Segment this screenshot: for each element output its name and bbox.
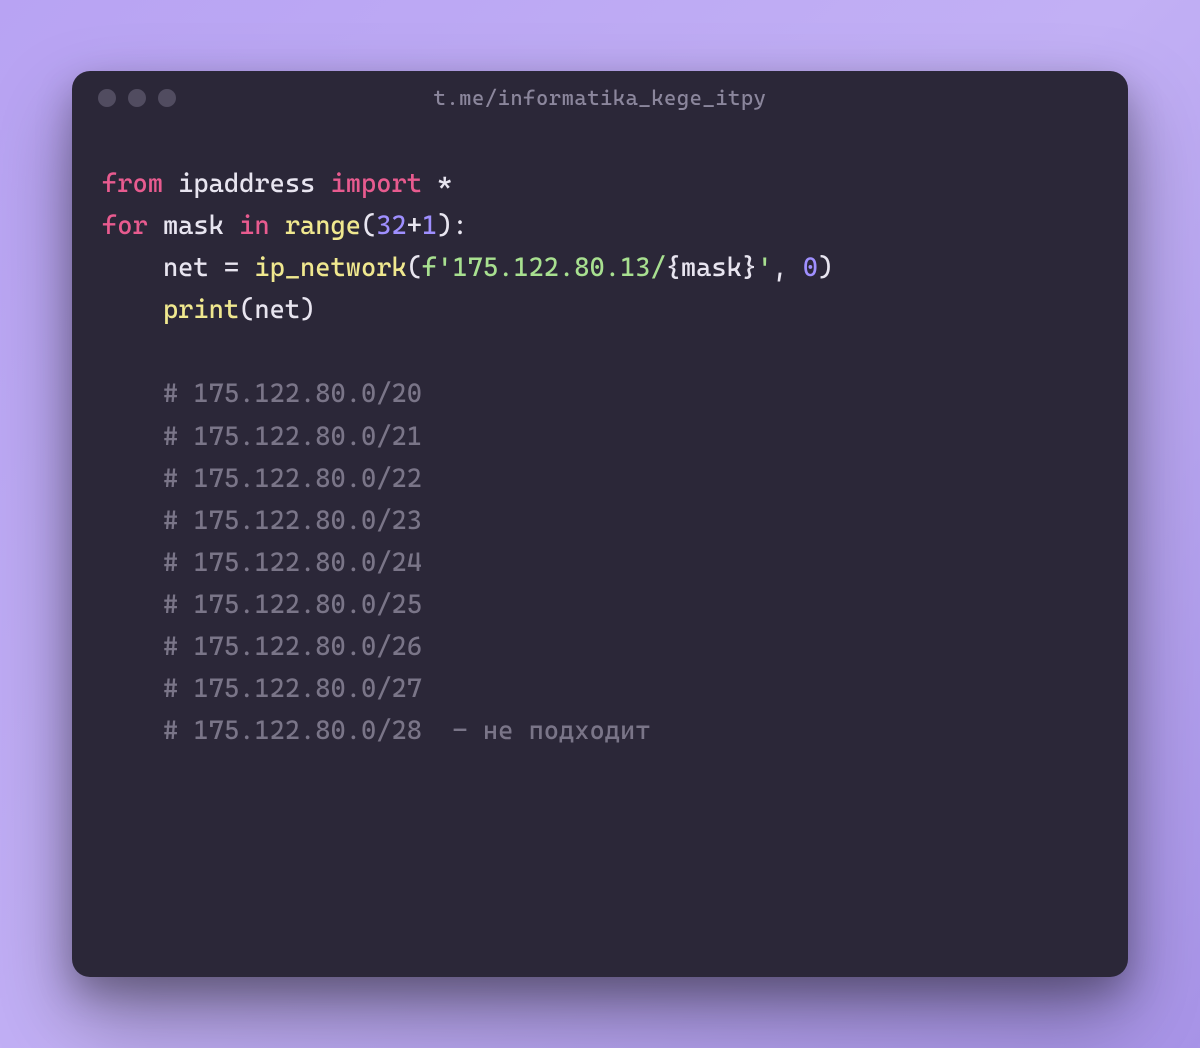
blank-line (102, 331, 1098, 373)
minimize-button[interactable] (128, 89, 146, 107)
module-name: ipaddress (178, 169, 315, 199)
comma: , (772, 253, 787, 283)
keyword-import: import (331, 169, 422, 199)
equals: = (224, 253, 239, 283)
function-ipnetwork: ip_network (254, 253, 406, 283)
comment-line-2: # 175.122.80.0/21 (102, 416, 1098, 458)
paren-open: ( (407, 253, 422, 283)
paren-open: ( (239, 295, 254, 325)
paren-close: ) (437, 211, 452, 241)
variable-mask: mask (163, 211, 224, 241)
close-button[interactable] (98, 89, 116, 107)
function-print: print (163, 295, 239, 325)
code-line-3: net = ip_network(f'175.122.80.13/{mask}'… (102, 247, 1098, 289)
code-line-4: print(net) (102, 289, 1098, 331)
quote-open: ' (437, 253, 452, 283)
comment-line-8: # 175.122.80.0/27 (102, 668, 1098, 710)
indent (102, 295, 163, 325)
comment-line-6: # 175.122.80.0/25 (102, 584, 1098, 626)
code-line-1: from ipaddress import * (102, 163, 1098, 205)
fstring-brace-open: { (666, 253, 681, 283)
comment-line-7: # 175.122.80.0/26 (102, 626, 1098, 668)
titlebar: t.me/informatika_kege_itpy (72, 71, 1128, 125)
variable-net: net (163, 253, 209, 283)
maximize-button[interactable] (158, 89, 176, 107)
number-32: 32 (376, 211, 406, 241)
comment-line-5: # 175.122.80.0/24 (102, 542, 1098, 584)
fstring-var: mask (681, 253, 742, 283)
code-window: t.me/informatika_kege_itpy from ipaddres… (72, 71, 1128, 977)
string-ip: 175.122.80.13/ (452, 253, 665, 283)
code-editor[interactable]: from ipaddress import * for mask in rang… (72, 125, 1128, 977)
colon: : (452, 211, 467, 241)
paren-close: ) (300, 295, 315, 325)
fstring-brace-close: } (742, 253, 757, 283)
quote-close: ' (757, 253, 772, 283)
wildcard-star: * (437, 169, 452, 199)
code-line-2: for mask in range(32+1): (102, 205, 1098, 247)
paren-close: ) (818, 253, 833, 283)
number-zero: 0 (803, 253, 818, 283)
paren-open: ( (361, 211, 376, 241)
fstring-prefix: f (422, 253, 437, 283)
function-range: range (285, 211, 361, 241)
keyword-for: for (102, 211, 148, 241)
comment-line-9: # 175.122.80.0/28 - не подходит (102, 710, 1098, 752)
number-1: 1 (422, 211, 437, 241)
keyword-from: from (102, 169, 163, 199)
window-title: t.me/informatika_kege_itpy (434, 86, 767, 110)
comment-line-1: # 175.122.80.0/20 (102, 373, 1098, 415)
comment-line-4: # 175.122.80.0/23 (102, 500, 1098, 542)
indent (102, 253, 163, 283)
variable-net-arg: net (254, 295, 300, 325)
keyword-in: in (239, 211, 269, 241)
traffic-lights (98, 89, 176, 107)
comment-line-3: # 175.122.80.0/22 (102, 458, 1098, 500)
operator-plus: + (407, 211, 422, 241)
